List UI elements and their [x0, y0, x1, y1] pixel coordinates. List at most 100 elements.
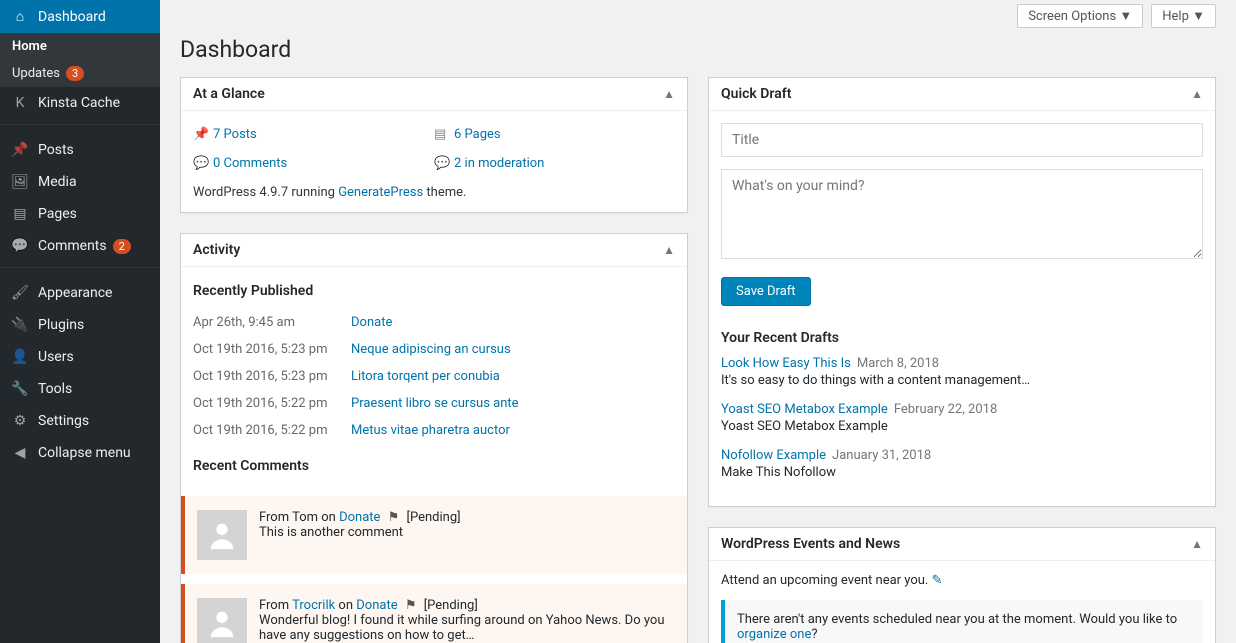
comment-body: From Tom on Donate ⚑ [Pending] This is a…	[259, 510, 461, 560]
sidebar-label: Home	[12, 39, 47, 54]
box-title: WordPress Events and News	[721, 536, 900, 552]
sidebar-item-users[interactable]: 👤 Users	[0, 341, 160, 373]
sidebar-item-collapse[interactable]: ◀ Collapse menu	[0, 437, 160, 469]
sidebar-label: Collapse menu	[38, 445, 131, 461]
post-link[interactable]: Metus vitae pharetra auctor	[351, 423, 510, 438]
user-icon: 👤	[10, 349, 30, 365]
dashboard-columns: At a Glance ▲ 📌7 Posts 💬0 Comments ▤6 Pa…	[180, 77, 1216, 643]
pin-icon: 📌	[193, 127, 213, 142]
attend-text: Attend an upcoming event near you. ✎	[721, 573, 1203, 588]
post-link[interactable]: Praesent libro se cursus ante	[351, 396, 519, 411]
sidebar-label: Updates	[12, 66, 60, 81]
sidebar-item-dashboard[interactable]: ⌂ Dashboard	[0, 0, 160, 33]
sidebar-label: Tools	[38, 381, 72, 397]
chevron-up-icon[interactable]: ▲	[663, 87, 675, 101]
sidebar-item-home[interactable]: Home	[0, 33, 160, 60]
draft-link[interactable]: Nofollow Example	[721, 448, 826, 463]
page-icon: ▤	[10, 206, 30, 222]
flag-icon: ⚑	[405, 598, 417, 613]
draft-link[interactable]: Yoast SEO Metabox Example	[721, 402, 888, 417]
activity-row: Oct 19th 2016, 5:22 pmMetus vitae pharet…	[193, 417, 675, 444]
box-title: Activity	[193, 242, 240, 258]
sidebar-item-pages[interactable]: ▤ Pages	[0, 198, 160, 230]
sidebar-label: Posts	[38, 142, 74, 158]
settings-icon: ⚙	[10, 413, 30, 429]
media-icon: 🖼	[10, 174, 30, 190]
draft-link[interactable]: Look How Easy This Is	[721, 356, 851, 371]
separator	[0, 267, 160, 277]
wp-version-text: WordPress 4.9.7 running GeneratePress th…	[193, 185, 675, 200]
activity-row: Oct 19th 2016, 5:23 pmLitora torqent per…	[193, 363, 675, 390]
comment-item[interactable]: From Trocrilk on Donate ⚑ [Pending] Wond…	[181, 584, 687, 643]
page-icon: ▤	[434, 127, 454, 142]
brush-icon: 🖌	[10, 285, 30, 301]
events-header[interactable]: WordPress Events and News ▲	[709, 528, 1215, 561]
sidebar-item-posts[interactable]: 📌 Posts	[0, 134, 160, 166]
glance-pages[interactable]: ▤6 Pages	[434, 123, 675, 152]
quick-draft-header[interactable]: Quick Draft ▲	[709, 78, 1215, 111]
events-body: Attend an upcoming event near you. ✎ The…	[709, 561, 1215, 643]
glance-moderation[interactable]: 💬2 in moderation	[434, 152, 675, 181]
page-title: Dashboard	[180, 36, 1216, 63]
comment-item[interactable]: From Tom on Donate ⚑ [Pending] This is a…	[181, 496, 687, 574]
activity-box: Activity ▲ Recently Published Apr 26th, …	[180, 233, 688, 643]
avatar	[197, 510, 247, 560]
recent-comments-title: Recent Comments	[193, 458, 675, 474]
sidebar-item-plugins[interactable]: 🔌 Plugins	[0, 309, 160, 341]
kinsta-icon: K	[10, 95, 30, 111]
post-link[interactable]: Donate	[351, 315, 392, 330]
activity-row: Oct 19th 2016, 5:23 pmNeque adipiscing a…	[193, 336, 675, 363]
sidebar-item-media[interactable]: 🖼 Media	[0, 166, 160, 198]
draft-title-input[interactable]	[721, 123, 1203, 157]
post-link[interactable]: Neque adipiscing an cursus	[351, 342, 511, 357]
sidebar-label: Dashboard	[38, 9, 106, 25]
activity-header[interactable]: Activity ▲	[181, 234, 687, 267]
pin-icon: 📌	[10, 142, 30, 158]
draft-item: Nofollow ExampleJanuary 31, 2018 Make Th…	[721, 448, 1203, 480]
comment-author-link[interactable]: Trocrilk	[292, 598, 335, 613]
post-link[interactable]: Litora torqent per conubia	[351, 369, 500, 384]
comment-post-link[interactable]: Donate	[356, 598, 397, 613]
plugin-icon: 🔌	[10, 317, 30, 333]
theme-link[interactable]: GeneratePress	[338, 185, 423, 200]
activity-row: Apr 26th, 9:45 amDonate	[193, 309, 675, 336]
sidebar-item-tools[interactable]: 🔧 Tools	[0, 373, 160, 405]
column-left: At a Glance ▲ 📌7 Posts 💬0 Comments ▤6 Pa…	[180, 77, 688, 643]
chevron-up-icon[interactable]: ▲	[663, 243, 675, 257]
chevron-up-icon[interactable]: ▲	[1191, 537, 1203, 551]
admin-sidebar: ⌂ Dashboard Home Updates 3 K Kinsta Cach…	[0, 0, 160, 643]
events-box: WordPress Events and News ▲ Attend an up…	[708, 527, 1216, 643]
organize-link[interactable]: organize one	[737, 627, 811, 642]
recently-published-title: Recently Published	[193, 283, 675, 299]
draft-content-textarea[interactable]	[721, 169, 1203, 259]
comments-badge: 2	[113, 239, 131, 254]
sidebar-item-updates[interactable]: Updates 3	[0, 60, 160, 87]
pencil-icon[interactable]: ✎	[932, 573, 943, 588]
box-title: At a Glance	[193, 86, 265, 102]
glance-posts[interactable]: 📌7 Posts	[193, 123, 434, 152]
column-right: Quick Draft ▲ Save Draft Your Recent Dra…	[708, 77, 1216, 643]
at-a-glance-header[interactable]: At a Glance ▲	[181, 78, 687, 111]
recent-drafts-title: Your Recent Drafts	[721, 330, 1203, 346]
activity-body: Recently Published Apr 26th, 9:45 amDona…	[181, 267, 687, 496]
chevron-up-icon[interactable]: ▲	[1191, 87, 1203, 101]
collapse-icon: ◀	[10, 445, 30, 461]
sidebar-item-kinsta-cache[interactable]: K Kinsta Cache	[0, 87, 160, 119]
screen-options-button[interactable]: Screen Options ▼	[1017, 4, 1143, 28]
draft-item: Yoast SEO Metabox ExampleFebruary 22, 20…	[721, 402, 1203, 434]
comment-post-link[interactable]: Donate	[339, 510, 380, 525]
comment-icon: 💬	[434, 156, 454, 171]
sidebar-label: Settings	[38, 413, 89, 429]
at-a-glance-body: 📌7 Posts 💬0 Comments ▤6 Pages 💬2 in mode…	[181, 111, 687, 212]
sidebar-item-appearance[interactable]: 🖌 Appearance	[0, 277, 160, 309]
help-button[interactable]: Help ▼	[1151, 4, 1216, 28]
glance-comments[interactable]: 💬0 Comments	[193, 152, 434, 181]
sidebar-item-comments[interactable]: 💬 Comments 2	[0, 230, 160, 262]
comment-text: This is another comment	[259, 525, 461, 540]
sidebar-label: Media	[38, 174, 77, 190]
avatar	[197, 598, 247, 643]
quick-draft-box: Quick Draft ▲ Save Draft Your Recent Dra…	[708, 77, 1216, 507]
sidebar-item-settings[interactable]: ⚙ Settings	[0, 405, 160, 437]
save-draft-button[interactable]: Save Draft	[721, 277, 811, 306]
sidebar-label: Appearance	[38, 285, 112, 301]
